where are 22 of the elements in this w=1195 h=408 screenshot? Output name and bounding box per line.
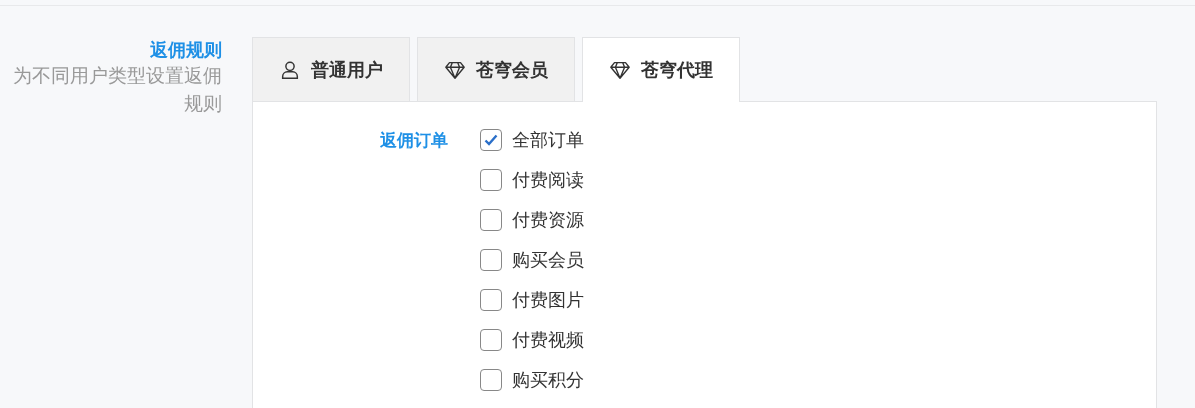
diamond-icon <box>609 59 631 81</box>
checkbox-label: 购买会员 <box>512 248 584 272</box>
checkbox[interactable] <box>480 329 502 351</box>
tab[interactable]: 苍穹代理 <box>582 37 740 102</box>
checkbox-label: 付费图片 <box>512 288 584 312</box>
tab[interactable]: 苍穹会员 <box>417 37 575 101</box>
checkbox[interactable] <box>480 249 502 271</box>
checkbox-label: 付费视频 <box>512 328 584 352</box>
section-description: 为不同用户类型设置返佣规则 <box>12 63 222 116</box>
section-title: 返佣规则 <box>149 38 222 61</box>
checkbox-label: 付费阅读 <box>512 168 584 192</box>
checkbox-label: 付费资源 <box>512 208 584 232</box>
checkbox[interactable] <box>480 129 502 151</box>
check-icon <box>483 132 499 148</box>
tab[interactable]: 普通用户 <box>252 37 410 101</box>
checkbox-label: 全部订单 <box>512 128 584 152</box>
checkbox-label: 购买积分 <box>512 368 584 392</box>
checkbox[interactable] <box>480 209 502 231</box>
checkbox[interactable] <box>480 289 502 311</box>
checkbox[interactable] <box>480 369 502 391</box>
checkbox[interactable] <box>480 169 502 191</box>
field-label: 返佣订单 <box>379 129 448 152</box>
